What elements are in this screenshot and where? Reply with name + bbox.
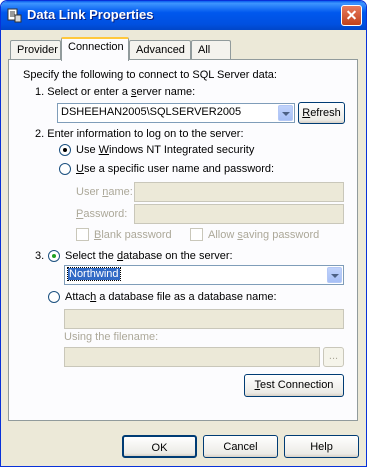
username-input[interactable] xyxy=(134,182,344,202)
close-button[interactable] xyxy=(341,5,362,26)
username-label: User name: xyxy=(76,186,133,198)
intro-text: Specify the following to connect to SQL … xyxy=(23,69,277,81)
step3-number: 3. xyxy=(35,250,45,262)
dialog-window: Data Link Properties Provider Connection… xyxy=(0,0,367,467)
allow-saving-password-label: Allow saving password xyxy=(208,229,320,241)
specific-user-radio[interactable] xyxy=(59,163,71,175)
windows-security-label: Use Windows NT Integrated security xyxy=(76,144,255,156)
windows-security-radio[interactable] xyxy=(59,144,71,156)
attach-database-radio[interactable] xyxy=(48,291,60,303)
tab-connection[interactable]: Connection xyxy=(61,37,129,61)
tab-provider[interactable]: Provider xyxy=(10,40,61,59)
filename-label: Using the filename: xyxy=(64,331,159,343)
database-value: Northwind xyxy=(67,267,121,281)
select-database-radio[interactable] xyxy=(48,250,60,262)
server-name-combobox[interactable]: DSHEEHAN2005\SQLSERVER2005 xyxy=(57,103,295,123)
browse-button[interactable]: ... xyxy=(323,347,344,367)
window-title: Data Link Properties xyxy=(27,7,154,22)
tab-advanced[interactable]: Advanced xyxy=(129,40,191,59)
help-button[interactable]: Help xyxy=(284,435,359,458)
password-label: Password: xyxy=(76,208,128,220)
allow-saving-password-checkbox[interactable] xyxy=(190,228,203,241)
server-name-value: DSHEEHAN2005\SQLSERVER2005 xyxy=(61,106,242,118)
tab-all[interactable]: All xyxy=(191,40,231,59)
database-dropdown-arrow-icon[interactable] xyxy=(327,267,342,283)
specific-user-label: Use a specific user name and password: xyxy=(76,163,275,175)
blank-password-checkbox[interactable] xyxy=(76,228,89,241)
refresh-button[interactable]: Refresh xyxy=(298,102,345,124)
filename-input[interactable] xyxy=(64,347,320,367)
attach-database-name-input[interactable] xyxy=(64,309,344,329)
password-input[interactable] xyxy=(134,204,344,224)
select-database-label: Select the database on the server: xyxy=(65,250,233,262)
server-dropdown-arrow-icon[interactable] xyxy=(278,105,293,121)
attach-database-label: Attach a database file as a database nam… xyxy=(65,291,277,303)
database-combobox[interactable]: Northwind xyxy=(64,265,344,285)
data-link-icon xyxy=(7,8,22,23)
ok-button[interactable]: OK xyxy=(122,435,197,458)
title-bar[interactable]: Data Link Properties xyxy=(1,1,366,30)
blank-password-label: Blank password xyxy=(94,229,172,241)
logon-info-label: 2. Enter information to log on to the se… xyxy=(35,128,244,140)
server-name-label: 1. Select or enter a server name: xyxy=(35,86,196,98)
cancel-button[interactable]: Cancel xyxy=(203,435,278,458)
test-connection-button[interactable]: Test Connection xyxy=(244,374,344,397)
